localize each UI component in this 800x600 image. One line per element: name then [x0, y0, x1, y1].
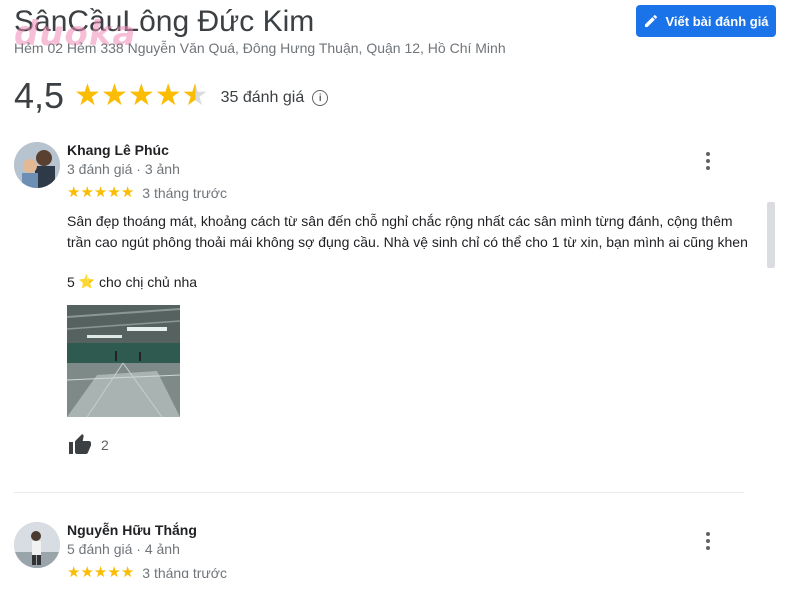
review-divider	[14, 492, 744, 493]
scrollbar-thumb[interactable]	[767, 202, 775, 268]
footnote-text: cho chị chủ nha	[98, 274, 198, 290]
rating-summary: 4,5 ★ ★ ★ ★ ★ 35 đánh giá i	[14, 74, 329, 118]
star-icon: ★	[80, 184, 94, 201]
rating-stars: ★ ★ ★ ★ ★	[74, 81, 209, 111]
star-icon: ★	[93, 184, 108, 201]
review-card: Nguyễn Hữu Thắng 5 đánh giá · 4 ảnh ★★★★…	[14, 522, 774, 578]
review-footnote: 5 ⭐ cho chị chủ nha	[67, 274, 197, 290]
place-address: Hẻm 02 Hẻm 338 Nguyễn Văn Quá, Đông Hưng…	[14, 40, 506, 56]
review-photo[interactable]	[67, 305, 180, 417]
reviewer-name[interactable]: Khang Lê Phúc	[67, 142, 169, 158]
reviewer-name[interactable]: Nguyễn Hữu Thắng	[67, 522, 197, 538]
star-icon: ★	[120, 184, 135, 201]
reviewer-meta: 5 đánh giá · 4 ảnh	[67, 541, 180, 557]
review-count-link[interactable]: 35 đánh giá	[221, 89, 305, 107]
star-icon: ★	[107, 184, 121, 201]
star-icon: ★	[80, 564, 94, 579]
review-card: Khang Lê Phúc 3 đánh giá · 3 ảnh ★★★★★ 3…	[14, 142, 774, 472]
star-icon: ★	[120, 564, 135, 579]
review-rating: ★★★★★ 3 tháng trước	[67, 564, 227, 579]
half-star-icon: ★	[181, 79, 209, 112]
review-date: 3 tháng trước	[142, 185, 227, 201]
thumbs-up-icon[interactable]	[67, 433, 93, 457]
write-review-button[interactable]: Viết bài đánh giá	[636, 5, 776, 37]
star-icon: ★	[93, 564, 108, 579]
review-stars: ★★★★★	[67, 564, 135, 579]
star-emoji-icon: ⭐	[78, 274, 95, 289]
like-row: 2	[67, 433, 109, 457]
average-rating: 4,5	[14, 75, 65, 116]
star-icon: ★	[74, 79, 101, 112]
review-text: Sân đẹp thoáng mát, khoảng cách từ sân đ…	[67, 213, 748, 250]
star-icon: ★	[107, 564, 121, 579]
avatar[interactable]	[14, 142, 60, 188]
star-icon: ★	[100, 79, 128, 112]
star-icon: ★	[67, 184, 81, 201]
review-date: 3 tháng trước	[142, 565, 227, 578]
footnote-number: 5	[67, 274, 75, 290]
review-stars: ★★★★★	[67, 184, 134, 202]
pencil-icon	[645, 14, 658, 27]
avatar[interactable]	[14, 522, 60, 568]
place-title: SânCầuLông Đức Kim	[14, 5, 315, 38]
star-icon: ★	[127, 79, 155, 112]
write-review-label: Viết bài đánh giá	[665, 13, 769, 29]
reviewer-meta: 3 đánh giá · 3 ảnh	[67, 161, 180, 177]
more-options-icon[interactable]	[699, 150, 717, 172]
star-icon: ★	[154, 79, 182, 112]
star-icon: ★	[67, 564, 81, 579]
info-icon[interactable]: i	[312, 90, 329, 106]
more-options-icon[interactable]	[699, 530, 717, 552]
review-rating: ★★★★★ 3 tháng trước	[67, 184, 227, 202]
like-count: 2	[101, 437, 109, 453]
